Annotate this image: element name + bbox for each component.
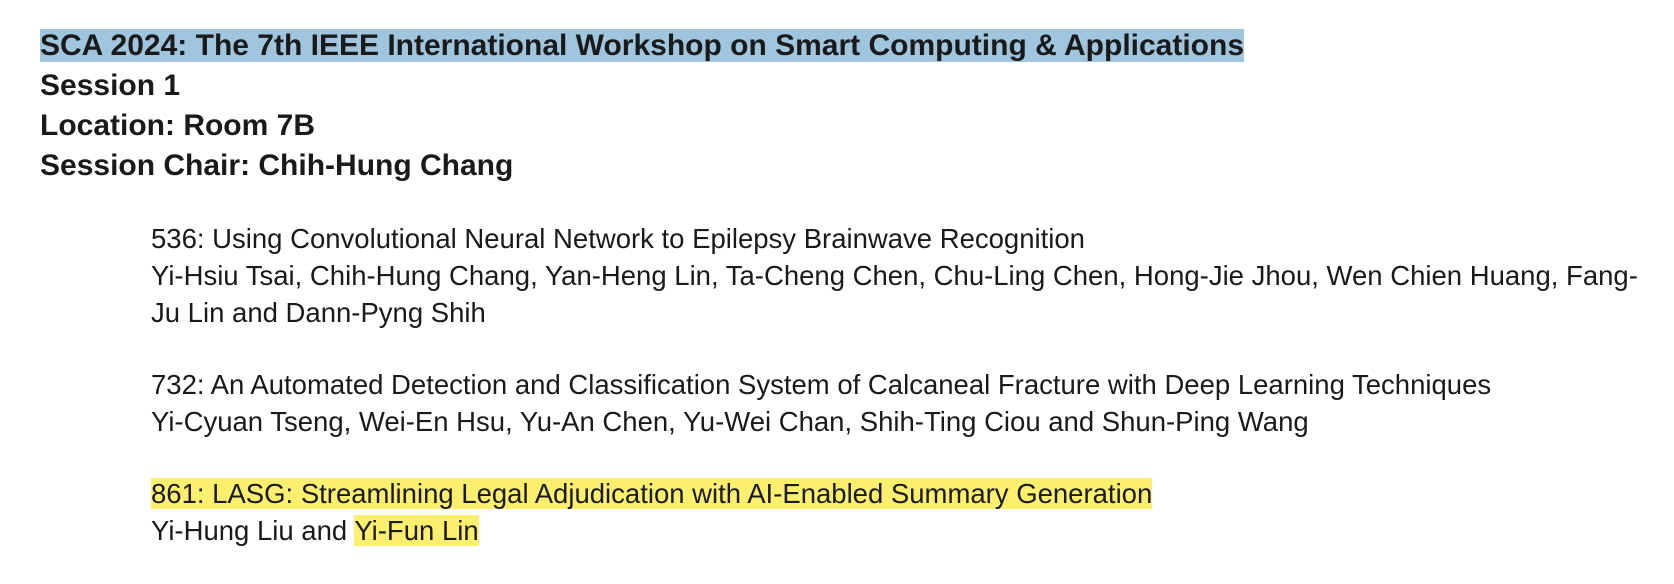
paper-732: 732: An Automated Detection and Classifi…: [151, 366, 1651, 440]
paper-536: 536: Using Convolutional Neural Network …: [151, 220, 1651, 331]
session-location: Location: Room 7B: [40, 109, 315, 142]
paper-authors: Yi-Cyuan Tseng, Wei-En Hsu, Yu-An Chen, …: [151, 406, 1309, 437]
paper-title: 536: Using Convolutional Neural Network …: [151, 223, 1085, 254]
session-chair: Session Chair: Chih-Hung Chang: [40, 149, 514, 182]
paper-author-highlighted: Yi-Fun Lin: [354, 515, 479, 546]
session-header: SCA 2024: The 7th IEEE International Wor…: [40, 26, 1245, 186]
paper-title: 732: An Automated Detection and Classifi…: [151, 369, 1492, 400]
document-page: SCA 2024: The 7th IEEE International Wor…: [0, 0, 1674, 567]
paper-authors: Yi-Hsiu Tsai, Chih-Hung Chang, Yan-Heng …: [151, 260, 1638, 328]
paper-title-highlighted: 861: LASG: Streamlining Legal Adjudicati…: [151, 478, 1153, 509]
workshop-title-line: SCA 2024: The 7th IEEE International Wor…: [40, 26, 1245, 66]
paper-list: 536: Using Convolutional Neural Network …: [151, 220, 1651, 584]
session-label: Session 1: [40, 69, 181, 102]
workshop-title: SCA 2024: The 7th IEEE International Wor…: [40, 29, 1245, 62]
paper-861: 861: LASG: Streamlining Legal Adjudicati…: [151, 475, 1651, 549]
paper-authors-prefix: Yi-Hung Liu and: [151, 515, 355, 546]
paper-title-line: 861: LASG: Streamlining Legal Adjudicati…: [151, 475, 1651, 512]
paper-authors: Yi-Hung Liu and Yi-Fun Lin: [151, 512, 1651, 549]
